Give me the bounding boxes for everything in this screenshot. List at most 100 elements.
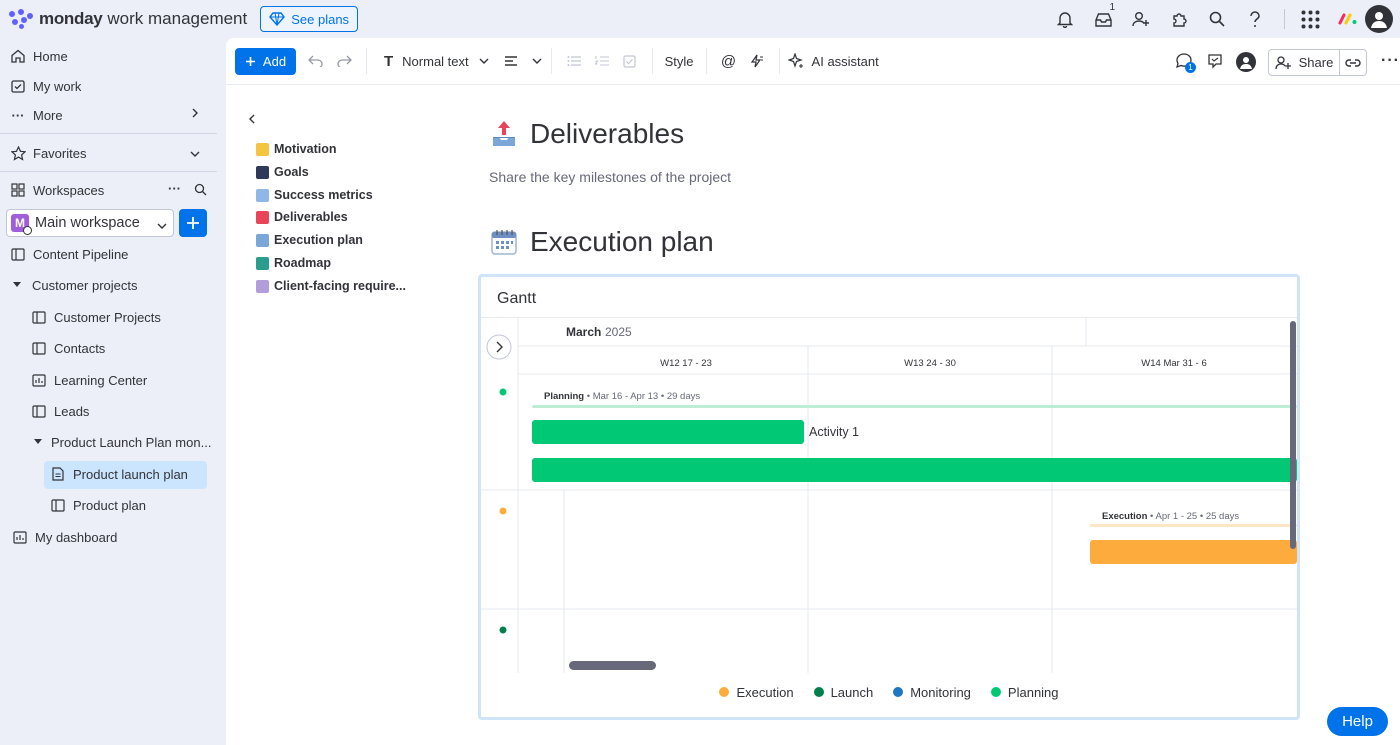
deliverables-heading[interactable]: Deliverables [490,118,684,150]
add-item-button[interactable] [179,209,207,237]
viewer-avatar[interactable] [1236,52,1256,72]
monday-product-logo[interactable] [1335,6,1361,32]
sidebar-item-customer-projects[interactable]: Customer Projects [31,304,161,330]
board-icon [31,403,47,419]
brand-subtitle: work management [107,9,248,28]
legend-dot [893,687,904,697]
search-icon[interactable] [1198,0,1236,38]
deliverables-subtitle[interactable]: Share the key milestones of the project [489,169,731,185]
sidebar-item-my-work[interactable]: My work [10,73,81,99]
workspace-selector[interactable]: M Main workspace [6,209,174,237]
updates-icon[interactable]: 1 [1175,52,1196,73]
text-style-dropdown[interactable]: T Normal text [379,53,490,70]
collapse-toc-icon[interactable] [248,113,256,128]
horizontal-scrollbar[interactable] [569,661,656,670]
sidebar-item-learning-center[interactable]: Learning Center [31,367,147,393]
gantt-bar-activity-1[interactable] [532,420,804,444]
toc-emoji-icon [256,233,269,247]
sidebar-item-label: Product launch plan [73,466,188,482]
gantt-bar-execution[interactable] [1090,540,1297,564]
sidebar-item-favorites[interactable]: Favorites [10,140,207,166]
legend-item[interactable]: Monitoring [893,685,971,700]
legend-item[interactable]: Execution [719,685,794,700]
bullet-list-icon[interactable] [560,47,588,75]
add-person-icon [1274,55,1291,69]
more-options-icon[interactable]: ··· [1381,52,1400,70]
sidebar-item-product-launch-plan[interactable]: Product launch plan [50,461,188,487]
undo-icon[interactable] [302,47,330,75]
board-icon [31,309,47,325]
activity-icon[interactable] [1207,53,1223,72]
alignment-dropdown[interactable] [504,55,543,67]
inbox-icon[interactable]: 1 [1084,0,1122,38]
toc-item[interactable]: Roadmap [256,256,331,270]
sidebar-item-more[interactable]: ··· More [10,102,207,128]
gantt-chart[interactable]: March 2025 W12 17 - 23 W13 24 - 30 W14 M… [481,317,1297,673]
sidebar-item-workspaces[interactable]: Workspaces ··· [10,177,207,203]
invite-members-icon[interactable] [1122,0,1160,38]
planning-group-span [532,405,1297,408]
workspace-options-icon[interactable]: ··· [168,181,181,196]
toc-item[interactable]: Execution plan [256,233,363,247]
week-label: W12 17 - 23 [660,358,712,369]
style-button[interactable]: Style [665,54,694,69]
sidebar-item-home[interactable]: Home [10,43,68,69]
legend-item[interactable]: Planning [990,685,1059,700]
chevron-down-icon [189,146,201,161]
toc-item-label: Success metrics [274,188,373,202]
legend-dot [990,687,1001,697]
brand-name: monday [39,9,103,28]
ai-assistant-button[interactable]: AI assistant [787,53,879,69]
toc-emoji-icon [256,165,269,179]
toc-item[interactable]: Success metrics [256,188,373,202]
expand-timeline-button[interactable] [486,334,512,360]
toc-item-label: Goals [274,165,309,179]
add-block-button[interactable]: Add [235,47,296,75]
sidebar-divider [0,171,217,172]
toc-item[interactable]: Goals [256,165,309,179]
sidebar-item-my-dashboard[interactable]: My dashboard [12,524,117,550]
sidebar-item-content-pipeline[interactable]: Content Pipeline [10,241,128,267]
toolbar-separator [778,48,780,74]
see-plans-button[interactable]: See plans [260,6,359,32]
toolbar-separator [550,48,552,74]
legend-label: Launch [830,684,874,700]
apps-puzzle-icon[interactable] [1160,0,1198,38]
automation-icon[interactable] [743,47,771,75]
help-question-icon[interactable] [1236,0,1274,38]
toc-item-label: Execution plan [274,233,363,247]
toc-item[interactable]: Client-facing require... [256,279,406,293]
sidebar-item-contacts[interactable]: Contacts [31,335,105,361]
checklist-icon[interactable] [616,47,644,75]
monday-logo[interactable]: monday work management [9,9,247,29]
toolbar-separator [366,48,367,74]
sidebar-folder-product-launch[interactable]: Product Launch Plan mon... [33,429,211,455]
gantt-title: Gantt [497,290,537,307]
copy-link-button[interactable] [1339,49,1367,76]
sidebar-item-product-plan[interactable]: Product plan [50,492,146,518]
vertical-scrollbar[interactable] [1290,321,1296,549]
legend-item[interactable]: Launch [813,684,874,700]
app-grid-icon[interactable] [1291,0,1329,38]
sidebar-item-leads[interactable]: Leads [31,398,89,424]
toc-item[interactable]: Deliverables [256,210,348,224]
notifications-bell-icon[interactable] [1046,0,1084,38]
share-button[interactable]: Share [1268,49,1340,76]
gantt-widget[interactable]: Gantt March 2025 W12 17 - 23 W13 24 - 30… [478,274,1300,720]
search-icon[interactable] [194,183,207,199]
user-avatar[interactable] [1365,5,1393,33]
toolbar-separator [651,48,653,74]
toc-emoji-icon [256,279,269,293]
execution-plan-heading[interactable]: Execution plan [490,226,714,258]
mention-icon[interactable]: @ [715,47,743,75]
toc-item[interactable]: Motivation [256,142,337,156]
sidebar-folder-customer-projects[interactable]: Customer projects [12,272,137,298]
plus-icon [187,217,199,229]
gantt-bar-planning[interactable] [532,458,1297,482]
sidebar-item-label: More [33,107,63,123]
numbered-list-icon[interactable] [588,47,616,75]
legend-dot [813,687,824,697]
redo-icon[interactable] [330,47,358,75]
help-button[interactable]: Help [1327,707,1388,736]
toc-item-label: Deliverables [274,210,348,224]
